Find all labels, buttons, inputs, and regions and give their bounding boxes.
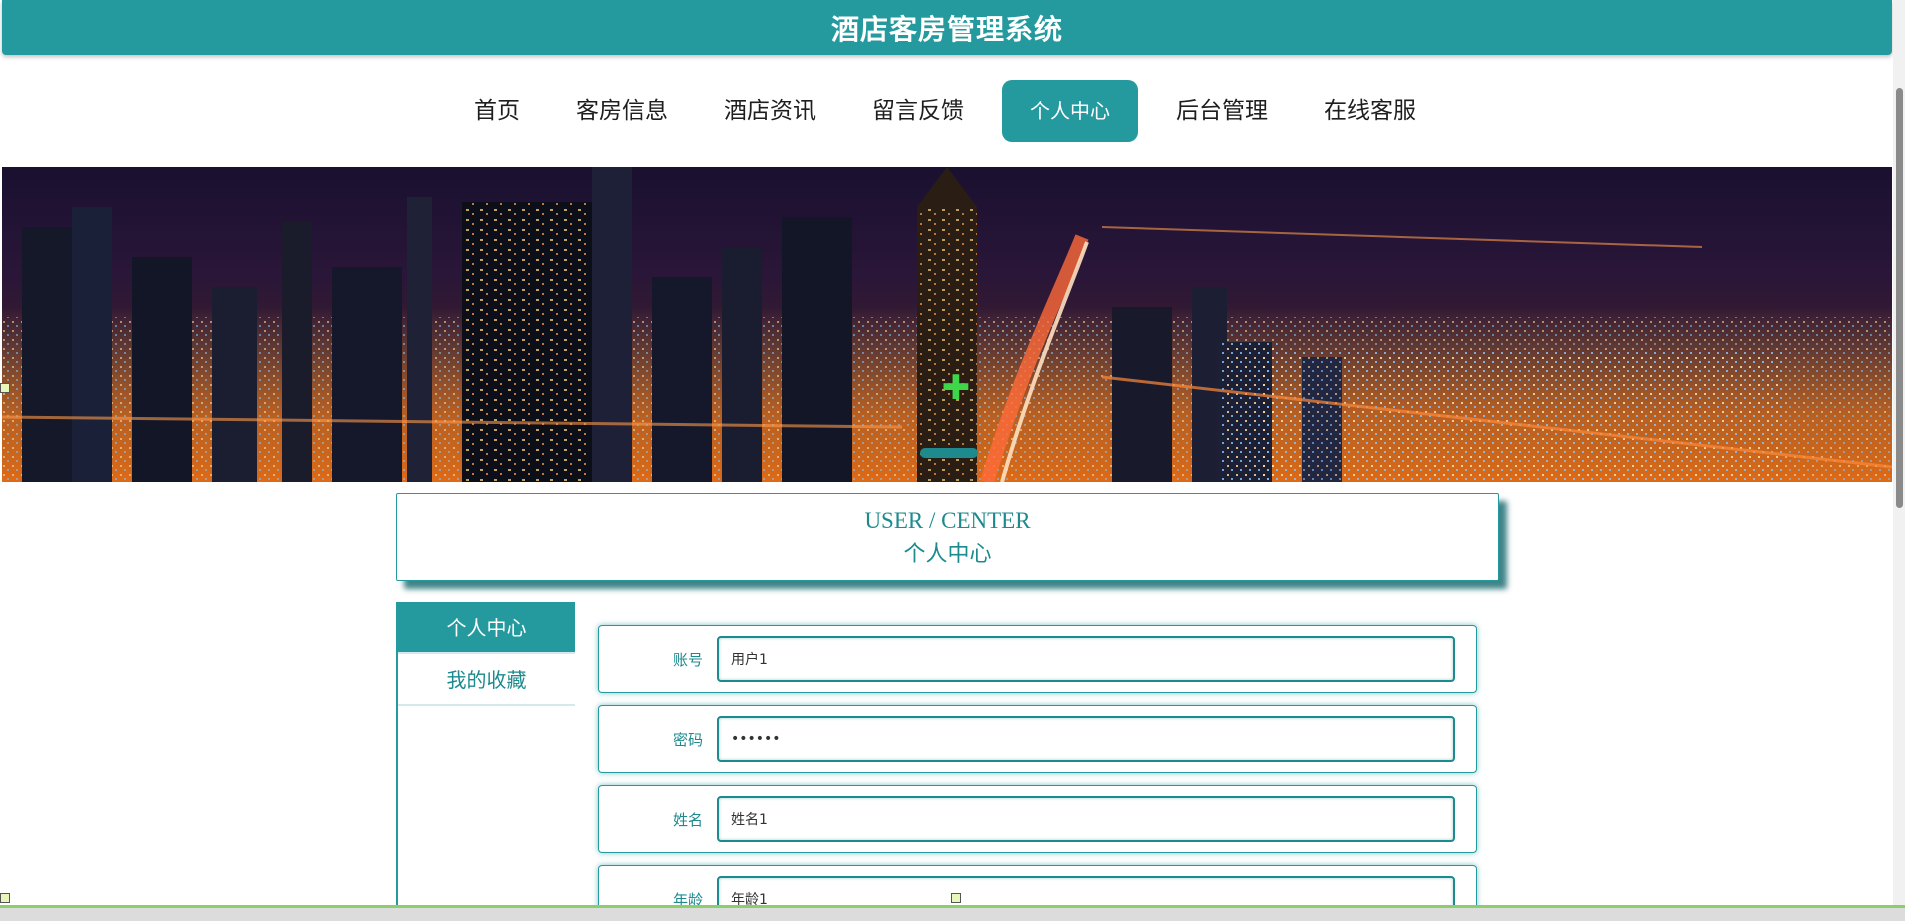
user-info-form: 账号 用户1 密码 •••••• 姓名 姓名1 年龄 年龄1: [598, 625, 1477, 921]
account-input[interactable]: 用户1: [717, 636, 1455, 682]
page: 酒店客房管理系统 首页 客房信息 酒店资讯 留言反馈 个人中心 后台管理 在线客…: [0, 0, 1905, 921]
main-nav: 首页 客房信息 酒店资讯 留言反馈 个人中心 后台管理 在线客服: [0, 78, 1890, 144]
name-input[interactable]: 姓名1: [717, 796, 1455, 842]
name-label: 姓名: [672, 810, 703, 829]
password-label: 密码: [672, 730, 703, 749]
form-row-name: 姓名 姓名1: [598, 785, 1477, 853]
sidebar-item-favorites[interactable]: 我的收藏: [398, 654, 575, 706]
section-title-box: USER / CENTER 个人中心: [396, 493, 1499, 581]
nav-item-online-service[interactable]: 在线客服: [1296, 80, 1444, 142]
scrollbar-thumb[interactable]: [1896, 88, 1903, 508]
password-input[interactable]: ••••••: [717, 716, 1455, 762]
resize-handle-bottom-left[interactable]: [0, 893, 10, 903]
nav-item-rooms[interactable]: 客房信息: [548, 80, 696, 142]
nav-item-user-center[interactable]: 个人中心: [1002, 80, 1138, 142]
bottom-strip: [0, 905, 1905, 921]
form-row-account: 账号 用户1: [598, 625, 1477, 693]
section-title-zh: 个人中心: [903, 541, 992, 566]
site-header: 酒店客房管理系统: [2, 0, 1892, 55]
nav-item-feedback[interactable]: 留言反馈: [844, 80, 992, 142]
resize-handle-left[interactable]: [0, 383, 10, 393]
resize-handle-bottom[interactable]: [951, 893, 961, 903]
nav-item-admin[interactable]: 后台管理: [1148, 80, 1296, 142]
site-title: 酒店客房管理系统: [830, 12, 1063, 46]
sidebar-item-user-center[interactable]: 个人中心: [398, 602, 575, 654]
city-night-image: [2, 167, 1892, 482]
form-row-password: 密码 ••••••: [598, 705, 1477, 773]
move-icon: ✚: [941, 368, 971, 408]
banner-carousel[interactable]: [2, 167, 1892, 482]
section-title-en: USER / CENTER: [864, 508, 1031, 533]
nav-item-home[interactable]: 首页: [446, 80, 548, 142]
carousel-indicator[interactable]: [920, 448, 978, 458]
nav-item-news[interactable]: 酒店资讯: [696, 80, 844, 142]
user-sidebar: 个人中心 我的收藏: [396, 602, 575, 921]
account-label: 账号: [672, 650, 703, 669]
